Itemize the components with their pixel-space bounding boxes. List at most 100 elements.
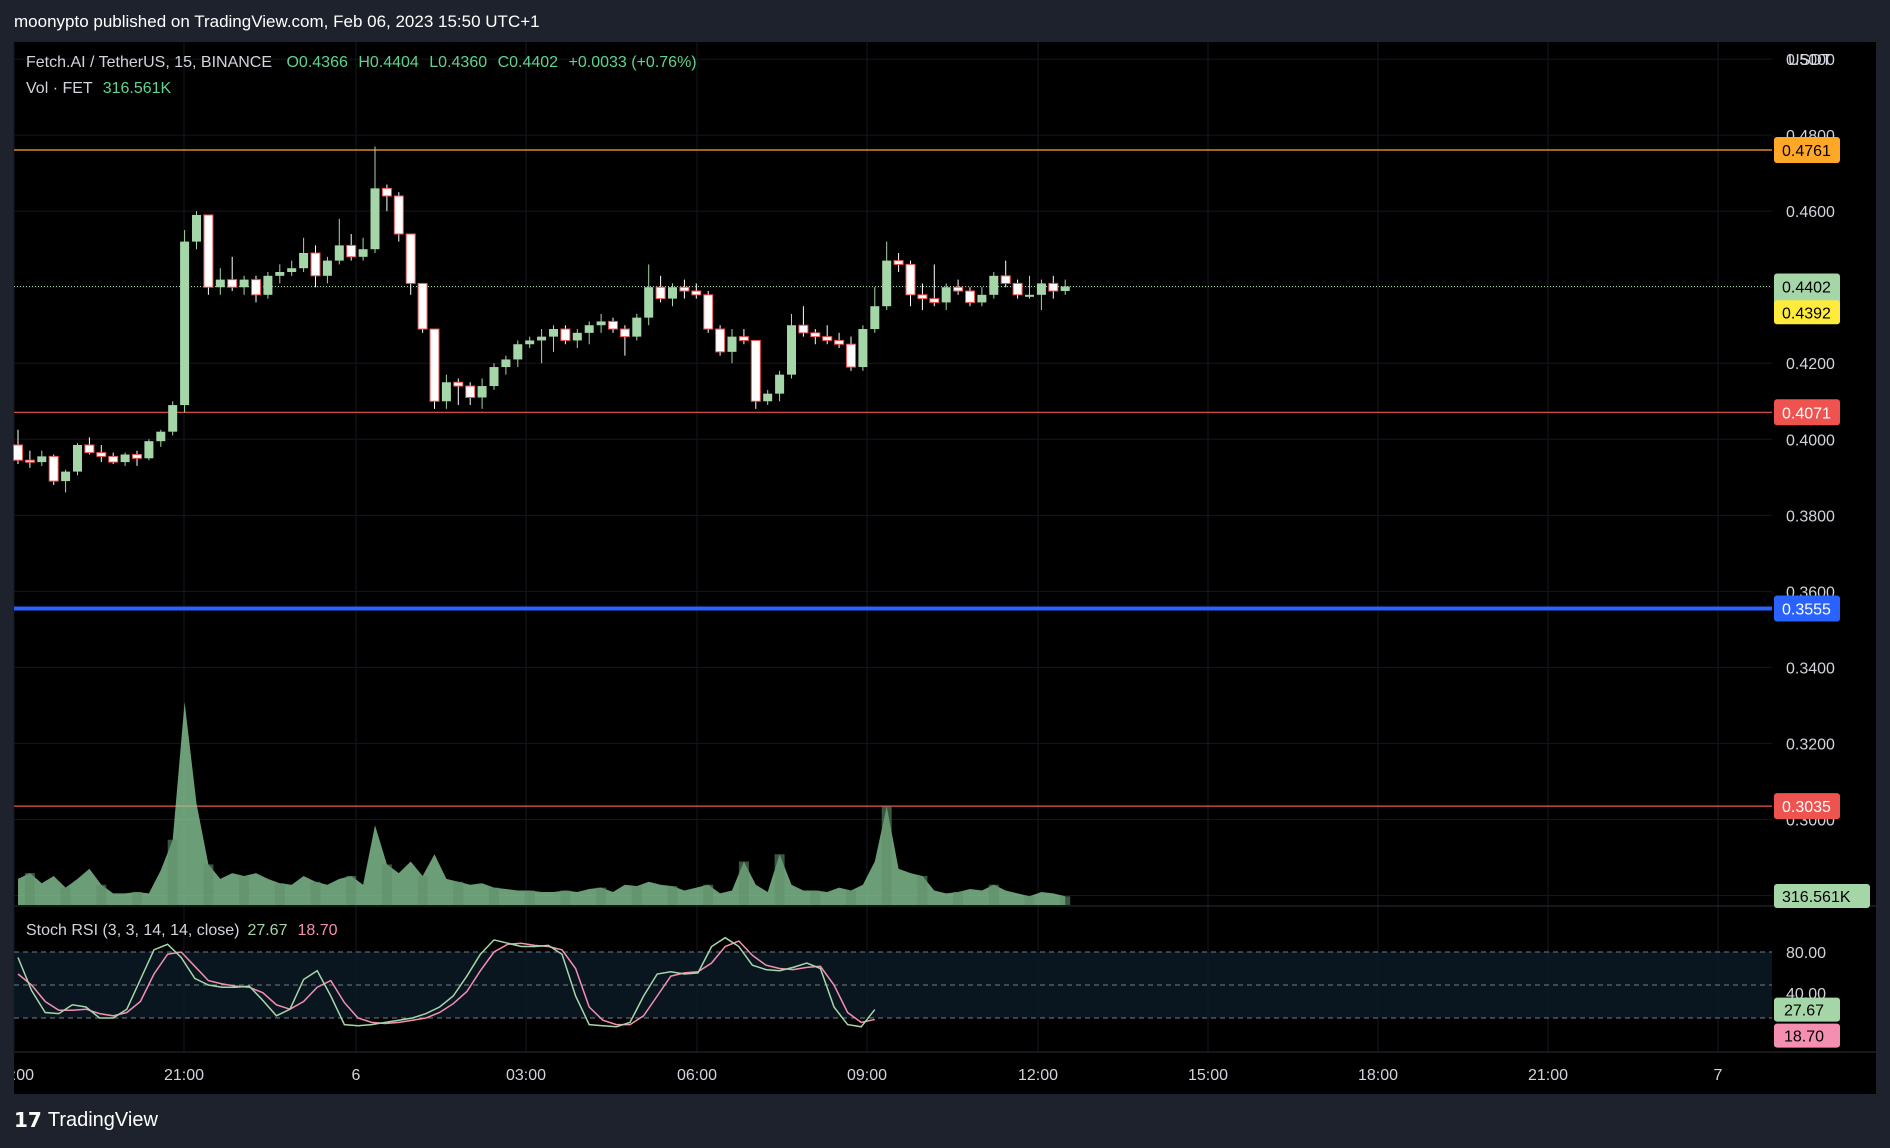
candle-body [180, 241, 190, 406]
price-tick: 0.4600 [1786, 204, 1835, 221]
candle [227, 256, 238, 292]
volume-bar [524, 890, 535, 905]
candle-body [405, 233, 416, 284]
candle-body [477, 386, 487, 398]
candle-body [775, 374, 785, 394]
candle [846, 336, 856, 371]
tradingview-logo[interactable]: 17 TradingView [14, 1108, 158, 1132]
candle-body [941, 287, 951, 303]
time-tick: 21:00 [1528, 1067, 1568, 1084]
price-chart[interactable]: 0.50000.48000.46000.42000.40000.38000.36… [0, 0, 1890, 1148]
candle-body [203, 214, 214, 288]
candle-body [549, 329, 558, 337]
time-tick: 15:00 [1188, 1067, 1228, 1084]
stoch-k-value: 27.67 [247, 922, 288, 939]
candle [239, 275, 249, 295]
candle [263, 272, 273, 299]
candle [549, 325, 558, 352]
candle-body [239, 279, 249, 288]
candle [275, 264, 285, 284]
candle [882, 241, 892, 311]
candle [810, 329, 821, 345]
candle-body [381, 187, 392, 197]
time-tick: 18:00 [1358, 1067, 1398, 1084]
candle-body [465, 385, 476, 398]
candle-body [73, 444, 82, 472]
candle-body [144, 441, 154, 459]
candles [13, 146, 1070, 493]
candle [453, 378, 464, 406]
volume-bar [881, 806, 892, 905]
candle [192, 211, 201, 250]
volume-label[interactable]: Vol · FET [26, 80, 93, 97]
candle [655, 275, 666, 303]
candle [608, 317, 618, 333]
candle-body [989, 275, 999, 295]
candle-body [858, 329, 868, 368]
price-axis: 0.50000.48000.46000.42000.40000.38000.36… [1786, 52, 1835, 1003]
candle [24, 450, 35, 468]
volume-bar [274, 883, 285, 905]
volume-bar [203, 864, 214, 905]
symbol-name[interactable]: Fetch.AI / TetherUS, 15, BINANCE [26, 54, 272, 71]
tv-brand: TradingView [47, 1108, 158, 1131]
axis-edge-mask [0, 1056, 14, 1094]
candle-body [679, 286, 690, 292]
candle-body [644, 287, 654, 318]
candle-body [596, 321, 606, 326]
candle [299, 237, 309, 273]
volume-legend: Vol · FET 316.561K [26, 80, 171, 98]
ohlc-open: O0.4366 [286, 54, 348, 71]
candle [750, 339, 761, 409]
tv-logo-icon: 17 [14, 1108, 42, 1132]
candle-body [810, 332, 821, 338]
candle [715, 325, 726, 356]
stoch-label[interactable]: Stoch RSI (3, 3, 14, 14, close) [26, 922, 239, 939]
volume-bar [917, 876, 928, 905]
candle [941, 283, 951, 311]
candle [251, 275, 261, 303]
candle [61, 469, 71, 493]
candle-body [572, 332, 582, 341]
candle-body [1036, 283, 1046, 295]
stoch-d-value: 18.70 [297, 922, 338, 939]
candle [989, 272, 999, 299]
candle [1060, 279, 1070, 295]
candle-body [750, 339, 761, 402]
candle [775, 370, 785, 402]
candle-body [965, 290, 975, 303]
candle-body [584, 325, 594, 333]
candle [381, 184, 392, 212]
volume-bar [381, 864, 392, 905]
volume-histogram [18, 702, 1071, 905]
candle [393, 192, 404, 242]
candle [310, 245, 321, 288]
candle-body [108, 455, 119, 463]
volume-bar [310, 881, 321, 905]
candle-body [453, 381, 464, 387]
candle-body [13, 444, 23, 461]
candle-body [192, 214, 201, 242]
stoch-legend: Stoch RSI (3, 3, 14, 14, close) 27.67 18.7… [26, 922, 338, 940]
candle-body [846, 343, 856, 368]
ohlc-close: C0.4402 [497, 54, 559, 71]
candle [370, 146, 380, 253]
candle [465, 382, 476, 406]
candle [953, 279, 964, 295]
candle [108, 452, 119, 464]
candle-body [513, 344, 523, 360]
candle [1000, 260, 1011, 288]
volume-bar [703, 884, 714, 905]
candle-body [1025, 294, 1034, 297]
currency-label[interactable]: USDT [1788, 52, 1832, 70]
volume-bar [988, 884, 999, 905]
volume-bar [774, 854, 785, 905]
candle [619, 325, 630, 356]
stoch-d-tag-label: 18.70 [1784, 1029, 1824, 1046]
candle [798, 306, 809, 337]
candle [96, 444, 107, 463]
candle-body [787, 325, 796, 375]
candle-body [120, 454, 130, 463]
candle [215, 268, 225, 295]
candle-body [691, 290, 702, 296]
